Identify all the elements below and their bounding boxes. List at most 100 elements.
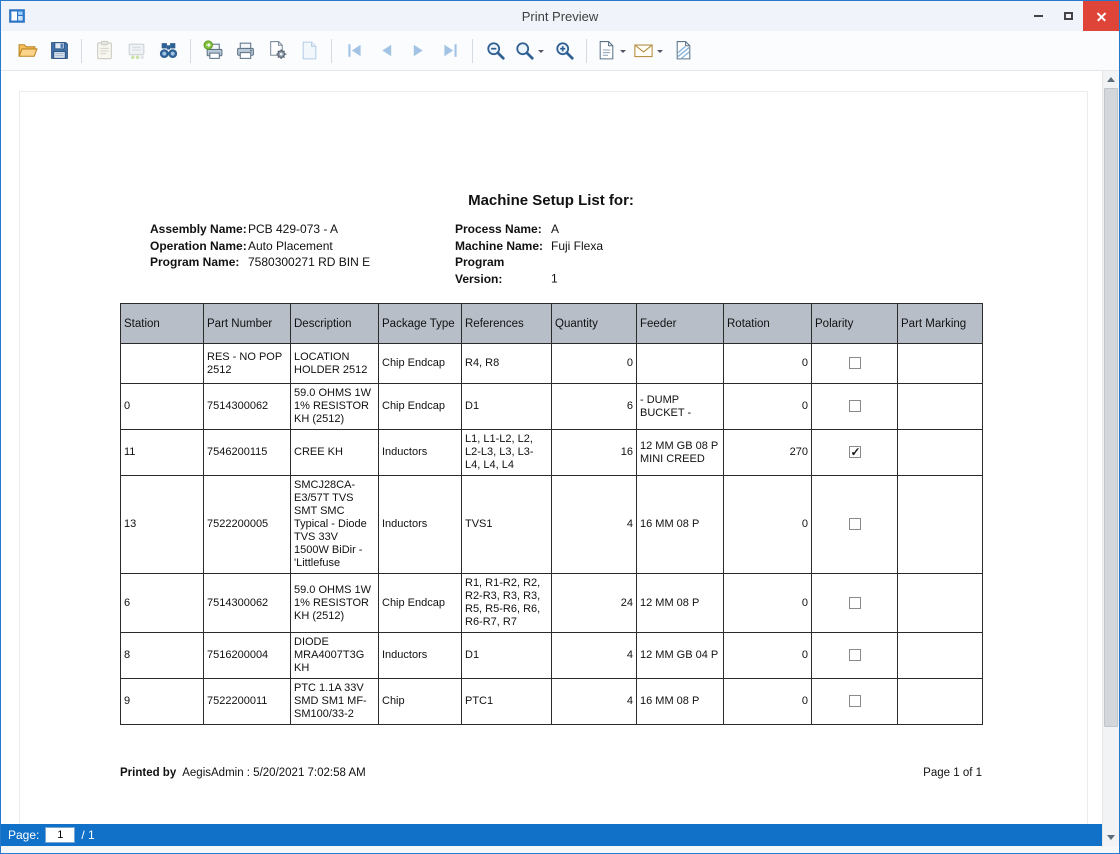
printer-icon xyxy=(235,40,256,61)
column-header: References xyxy=(462,304,552,344)
printer-dots-icon xyxy=(126,40,147,61)
vertical-scrollbar[interactable] xyxy=(1102,71,1119,846)
table-row: 6751430006259.0 OHMS 1W 1% RESISTOR KH (… xyxy=(121,574,983,633)
cell-part-marking xyxy=(898,476,983,574)
cell-package-type: Chip Endcap xyxy=(379,384,462,430)
scroll-down-icon xyxy=(1107,835,1115,844)
save-button[interactable] xyxy=(44,36,74,66)
table-row: 137522200005SMCJ28CA-E3/57T TVS SMT SMC … xyxy=(121,476,983,574)
close-button[interactable] xyxy=(1083,1,1119,31)
process-name-row: Process Name:A xyxy=(455,221,603,238)
export-document-button[interactable] xyxy=(594,36,629,66)
cell-references: D1 xyxy=(462,633,552,679)
field-value: 7580300271 RD BIN E xyxy=(248,255,370,269)
report-title: Machine Setup List for: xyxy=(120,192,982,209)
cell-quantity: 0 xyxy=(552,344,637,384)
titlebar: Print Preview xyxy=(1,1,1119,31)
cell-references: TVS1 xyxy=(462,476,552,574)
cell-station: 8 xyxy=(121,633,204,679)
polarity-checkbox[interactable] xyxy=(849,400,861,412)
open-button[interactable] xyxy=(12,36,42,66)
maximize-button[interactable] xyxy=(1053,1,1083,31)
polarity-checkbox[interactable] xyxy=(849,446,861,458)
app-icon xyxy=(8,7,26,25)
folder-open-icon xyxy=(17,40,38,61)
find-button[interactable] xyxy=(153,36,183,66)
page-info: Page 1 of 1 xyxy=(923,767,982,779)
cell-quantity: 16 xyxy=(552,430,637,476)
polarity-checkbox[interactable] xyxy=(849,518,861,530)
field-value: Fuji Flexa xyxy=(551,239,603,253)
scrollbar-track[interactable] xyxy=(1103,87,1119,830)
cell-rotation: 0 xyxy=(724,476,812,574)
cell-feeder: 16 MM 08 P xyxy=(637,679,724,725)
watermark-button[interactable] xyxy=(668,36,698,66)
bottom-strip xyxy=(1,846,1119,853)
minimize-icon xyxy=(1034,15,1043,17)
report-page: Machine Setup List for: Assembly Name:PC… xyxy=(19,91,1088,824)
field-value: A xyxy=(551,222,559,236)
cell-rotation: 0 xyxy=(724,384,812,430)
window-controls xyxy=(1023,1,1119,31)
document-map-button xyxy=(89,36,119,66)
watermark-icon xyxy=(673,40,694,61)
cell-part-marking xyxy=(898,344,983,384)
cell-description: SMCJ28CA-E3/57T TVS SMT SMC Typical - Di… xyxy=(291,476,379,574)
window-body: Machine Setup List for: Assembly Name:PC… xyxy=(1,71,1119,846)
preview-area: Machine Setup List for: Assembly Name:PC… xyxy=(1,71,1102,824)
cell-part-marking xyxy=(898,679,983,725)
window-title: Print Preview xyxy=(1,9,1119,24)
scrollbar-thumb[interactable] xyxy=(1104,88,1118,727)
cell-polarity xyxy=(812,476,898,574)
clipboard-icon xyxy=(94,40,115,61)
cell-references: R1, R1-R2, R2, R2-R3, R3, R3, R5, R5-R6,… xyxy=(462,574,552,633)
cell-feeder: 12 MM GB 08 P MINI CREED xyxy=(637,430,724,476)
cell-part-number: RES - NO POP 2512 xyxy=(204,344,291,384)
polarity-checkbox[interactable] xyxy=(849,695,861,707)
page-number-input[interactable] xyxy=(45,827,75,843)
cell-part-number: 7546200115 xyxy=(204,430,291,476)
table-row: 117546200115CREE KHInductorsL1, L1-L2, L… xyxy=(121,430,983,476)
print-options-button[interactable] xyxy=(262,36,292,66)
column-header: Part Marking xyxy=(898,304,983,344)
first-page-icon xyxy=(344,40,365,61)
binoculars-icon xyxy=(158,40,179,61)
cell-description: CREE KH xyxy=(291,430,379,476)
page-corner-icon xyxy=(299,40,320,61)
page-gear-icon xyxy=(267,40,288,61)
previous-page-icon xyxy=(376,40,397,61)
dropdown-caret-icon xyxy=(620,50,626,56)
polarity-checkbox[interactable] xyxy=(849,357,861,369)
cell-description: 59.0 OHMS 1W 1% RESISTOR KH (2512) xyxy=(291,384,379,430)
print-button[interactable] xyxy=(230,36,260,66)
table-row: RES - NO POP 2512LOCATION HOLDER 2512Chi… xyxy=(121,344,983,384)
polarity-checkbox[interactable] xyxy=(849,649,861,661)
column-header: Quantity xyxy=(552,304,637,344)
scroll-up-button[interactable] xyxy=(1103,71,1119,87)
zoom-in-button[interactable] xyxy=(549,36,579,66)
cell-quantity: 4 xyxy=(552,633,637,679)
report-header-fields: Assembly Name:PCB 429-073 - A Operation … xyxy=(150,221,982,287)
printed-by: Printed byAegisAdmin : 5/20/2021 7:02:58… xyxy=(120,767,366,779)
polarity-checkbox[interactable] xyxy=(849,597,861,609)
field-label: Operation Name: xyxy=(150,238,248,255)
cell-references: L1, L1-L2, L2, L2-L3, L3, L3-L4, L4, L4 xyxy=(462,430,552,476)
scroll-down-button[interactable] xyxy=(1103,830,1119,846)
field-value: 1 xyxy=(551,272,558,286)
zoom-out-button[interactable] xyxy=(480,36,510,66)
cell-references: PTC1 xyxy=(462,679,552,725)
cell-description: DIODE MRA4007T3G KH xyxy=(291,633,379,679)
toolbar-separator xyxy=(190,39,191,63)
cell-feeder: - DUMP BUCKET - xyxy=(637,384,724,430)
cell-quantity: 4 xyxy=(552,679,637,725)
cell-part-number: 7522200005 xyxy=(204,476,291,574)
toolbar-separator xyxy=(81,39,82,63)
zoom-button[interactable] xyxy=(512,36,547,66)
table-body: RES - NO POP 2512LOCATION HOLDER 2512Chi… xyxy=(121,344,983,725)
minimize-button[interactable] xyxy=(1023,1,1053,31)
quick-print-button[interactable] xyxy=(198,36,228,66)
cell-polarity xyxy=(812,430,898,476)
cell-part-number: 7522200011 xyxy=(204,679,291,725)
last-page-icon xyxy=(440,40,461,61)
send-email-button[interactable] xyxy=(631,36,666,66)
